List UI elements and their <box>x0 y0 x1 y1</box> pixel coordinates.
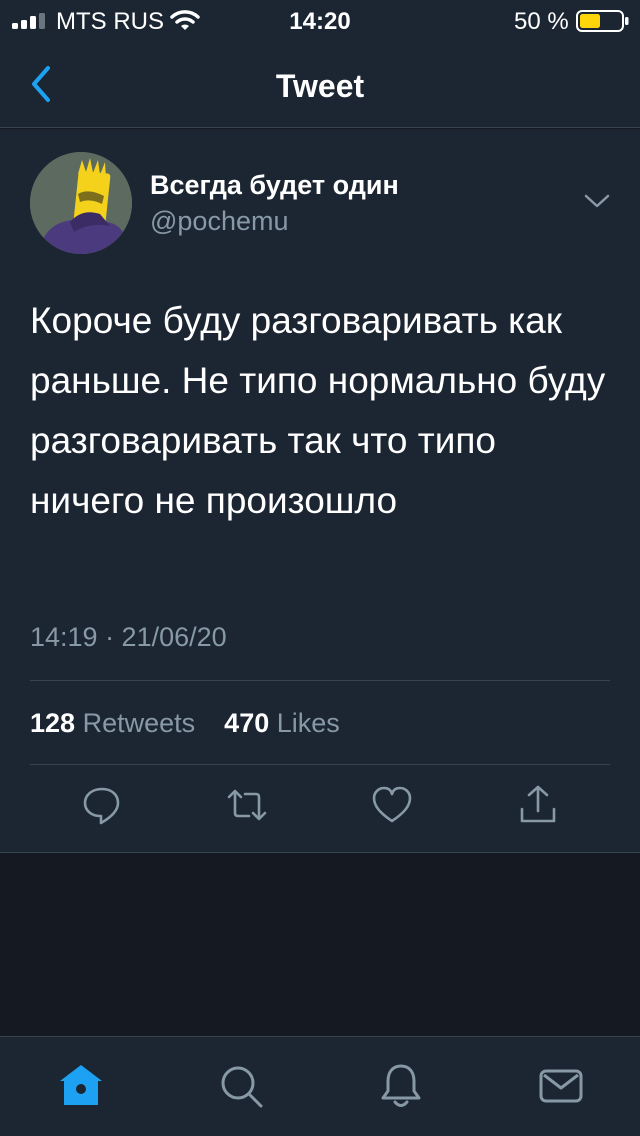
like-icon[interactable] <box>370 783 414 827</box>
page-title: Tweet <box>275 68 365 104</box>
tweet-detail: Всегда будет один @pochemu Короче буду р… <box>0 129 640 853</box>
tab-bar <box>0 1036 640 1136</box>
empty-area <box>0 853 640 1036</box>
search-icon[interactable] <box>216 1061 266 1111</box>
likes-label[interactable]: Likes <box>277 708 340 738</box>
author-handle[interactable]: @pochemu <box>150 205 288 237</box>
likes-count[interactable]: 470 <box>224 708 269 738</box>
navigation-bar: Tweet <box>0 42 640 128</box>
tweet-text: Короче буду разговаривать как раньше. Не… <box>30 300 606 521</box>
status-bar: MTS RUS 14:20 50 % <box>0 0 640 42</box>
home-icon[interactable] <box>56 1061 106 1111</box>
battery-icon <box>576 10 629 32</box>
chevron-down-icon[interactable] <box>582 191 612 211</box>
tweet-actions <box>0 783 640 833</box>
divider <box>30 680 610 681</box>
divider <box>30 764 610 765</box>
author-name[interactable]: Всегда будет один <box>150 169 399 201</box>
retweet-icon[interactable] <box>225 783 269 827</box>
battery-percent: 50 % <box>514 8 569 35</box>
tweet-timestamp: 14:19 · 21/06/20 <box>30 622 227 652</box>
reply-icon[interactable] <box>80 783 124 827</box>
messages-icon[interactable] <box>536 1061 586 1111</box>
tweet-stats: 128 Retweets 470 Likes <box>30 706 340 740</box>
retweets-label[interactable]: Retweets <box>83 708 196 738</box>
retweets-count[interactable]: 128 <box>30 708 75 738</box>
share-icon[interactable] <box>516 783 560 827</box>
avatar-image <box>30 152 132 254</box>
notifications-icon[interactable] <box>376 1061 426 1111</box>
avatar[interactable] <box>30 152 132 254</box>
